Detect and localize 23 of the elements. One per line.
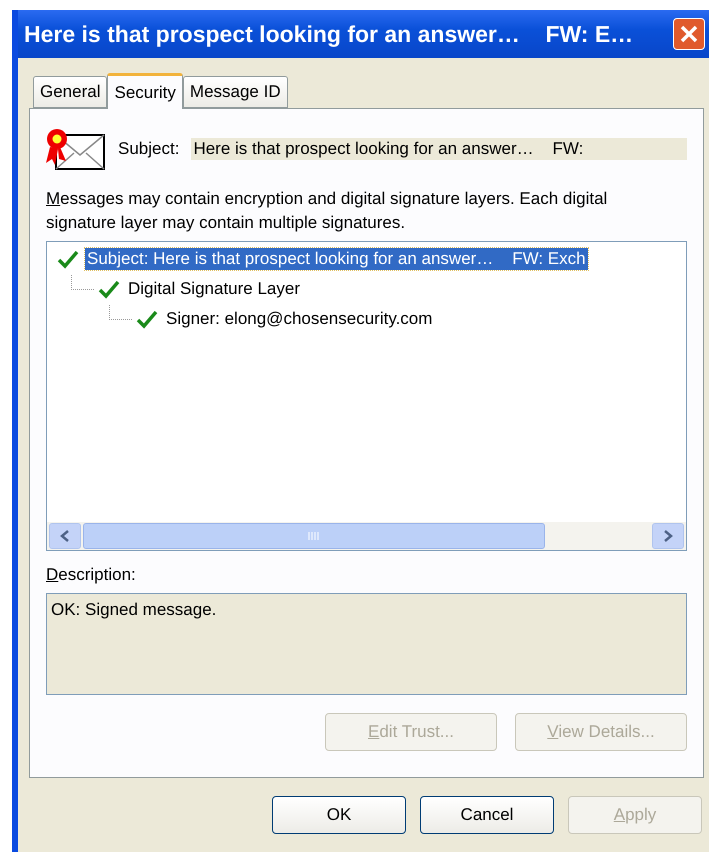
description-label: Description:: [46, 565, 137, 585]
description-box: OK: Signed message.: [46, 593, 687, 695]
window-title: Here is that prospect looking for an answer… FW: E…: [24, 20, 634, 48]
checkmark-icon: [98, 279, 120, 299]
tree-item[interactable]: Signer: elong@chosensecurity.com: [164, 308, 434, 330]
tree-item[interactable]: Digital Signature Layer: [126, 278, 302, 300]
scroll-right-icon[interactable]: [652, 523, 684, 549]
tab[interactable]: Security: [107, 73, 183, 109]
tree-item[interactable]: Subject: Here is that prospect looking for an answer… FW: Exch: [85, 248, 588, 270]
close-icon: [679, 24, 699, 44]
subject-label: Subject:: [118, 139, 180, 159]
dialog-button[interactable]: OK: [272, 796, 406, 834]
intro-text: Messages may contain encryption and digital signature layers. Each digital signature layer may contain multiple signatures.: [46, 188, 608, 234]
scroll-left-icon[interactable]: [49, 523, 81, 549]
tab[interactable]: General: [33, 76, 108, 108]
subject-value: Here is that prospect looking for an answer… FW:: [191, 138, 687, 160]
dialog-button[interactable]: Cancel: [420, 796, 554, 834]
tab[interactable]: Message ID: [182, 76, 288, 108]
close-button[interactable]: [673, 18, 705, 50]
horizontal-scrollbar[interactable]: [47, 522, 686, 550]
checkmark-icon: [136, 309, 158, 329]
checkmark-icon: [57, 249, 79, 269]
scroll-thumb[interactable]: [83, 523, 545, 549]
